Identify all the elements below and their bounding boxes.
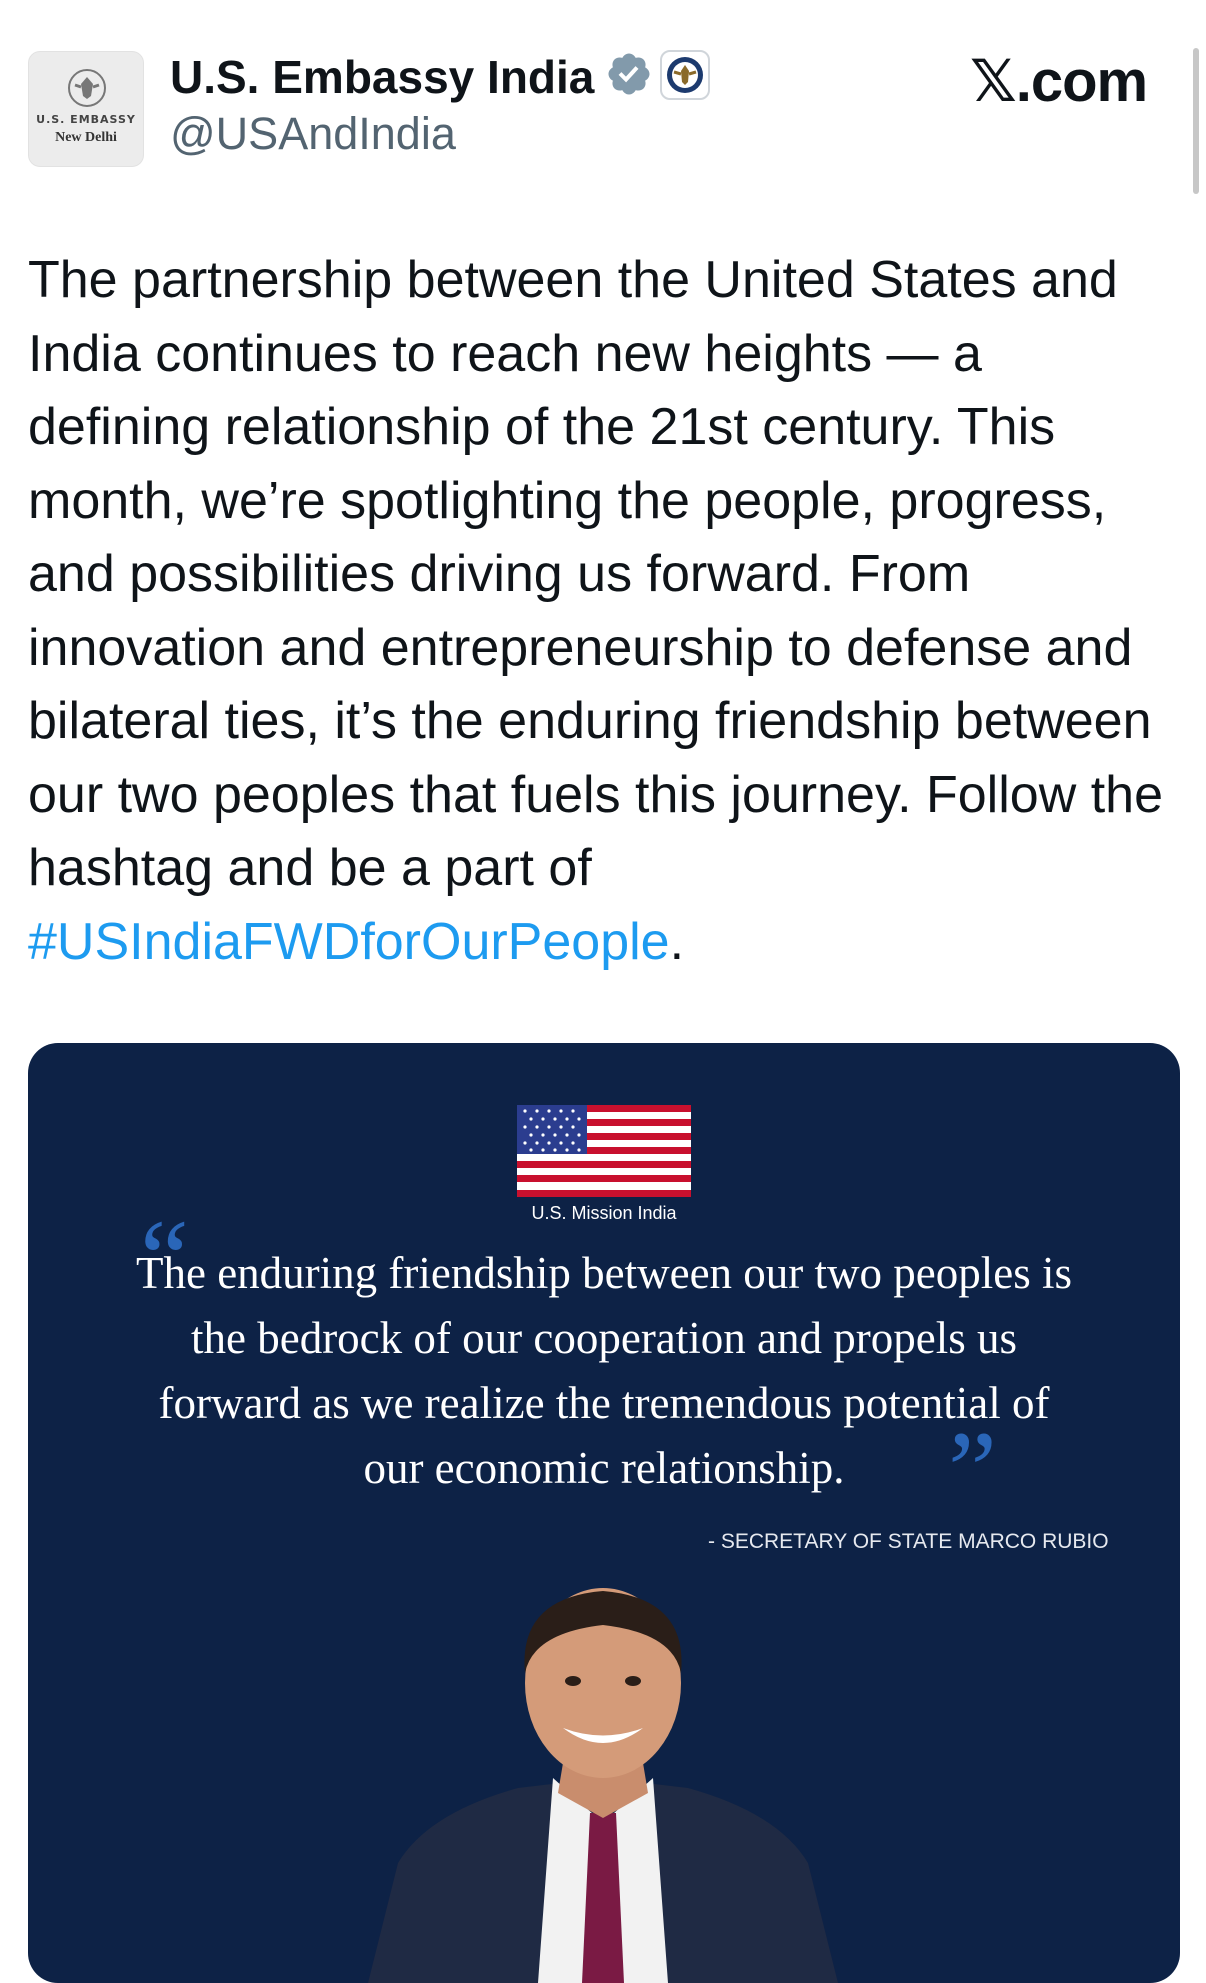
quote-attribution: - SECRETARY OF STATE MARCO RUBIO bbox=[708, 1530, 1109, 1553]
state-department-seal-icon bbox=[667, 57, 703, 93]
portrait-photo bbox=[368, 1588, 838, 1983]
embassy-seal-icon bbox=[68, 69, 106, 107]
close-quote-icon: ” bbox=[948, 1409, 997, 1531]
hashtag-link[interactable]: #USIndiaFWDforOurPeople bbox=[28, 913, 670, 971]
tweet-media-image[interactable]: U.S. Mission India “ The enduring friend… bbox=[28, 1043, 1180, 1983]
tweet-body: The partnership between the United State… bbox=[28, 251, 1163, 897]
display-name[interactable]: U.S. Embassy India bbox=[170, 50, 594, 104]
mission-label: U.S. Mission India bbox=[531, 1203, 677, 1223]
tweet-end-punctuation: . bbox=[669, 912, 685, 971]
x-logo-glyph: 𝕏 bbox=[970, 47, 1017, 115]
us-flag-icon bbox=[517, 1105, 691, 1197]
account-avatar[interactable]: U.S. EMBASSY New Delhi bbox=[28, 51, 144, 167]
tweet-text: The partnership between the United State… bbox=[28, 244, 1178, 979]
avatar-text-line-1: U.S. EMBASSY bbox=[36, 113, 136, 126]
avatar-text-line-2: New Delhi bbox=[55, 130, 117, 145]
account-handle[interactable]: @USAndIndia bbox=[170, 108, 456, 160]
verified-badge-icon[interactable] bbox=[605, 50, 653, 98]
quote-text: The enduring friendship between our two … bbox=[135, 1248, 1072, 1493]
x-com-logo: 𝕏.com bbox=[970, 47, 1148, 115]
scrollbar[interactable] bbox=[1193, 48, 1199, 194]
x-logo-domain: .com bbox=[1015, 49, 1148, 114]
affiliate-badge[interactable] bbox=[660, 50, 710, 100]
